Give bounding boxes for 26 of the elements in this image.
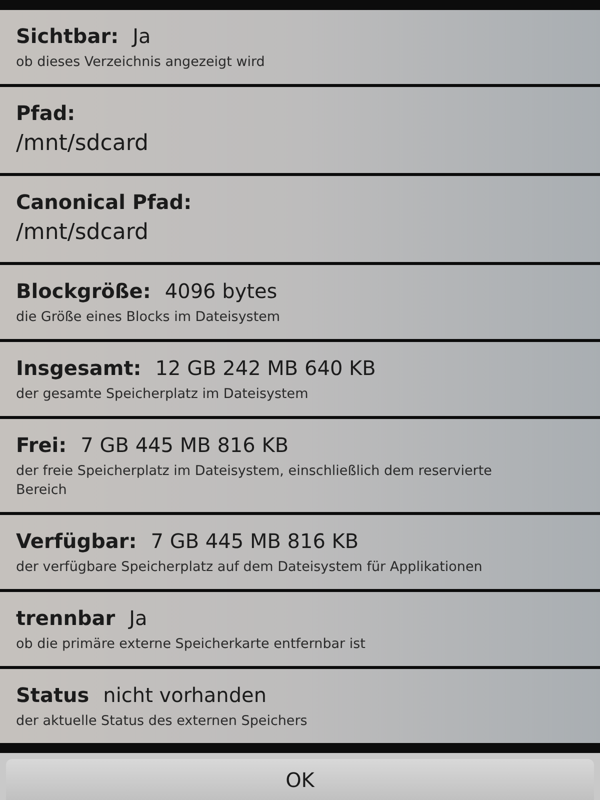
property-label: trennbar bbox=[16, 605, 116, 632]
property-label: Canonical Pfad: bbox=[16, 189, 192, 216]
property-label: Status bbox=[16, 682, 90, 709]
property-value: /mnt/sdcard bbox=[16, 219, 148, 247]
property-value: 7 GB 445 MB 816 KB bbox=[150, 528, 359, 555]
property-value: nicht vorhanden bbox=[103, 682, 267, 709]
property-value: 4096 bytes bbox=[164, 278, 278, 305]
property-value: Ja bbox=[129, 605, 148, 632]
property-value: 7 GB 445 MB 816 KB bbox=[80, 432, 289, 459]
property-label: Blockgröße: bbox=[16, 278, 151, 305]
property-label: Verfügbar: bbox=[16, 528, 137, 555]
property-label: Pfad: bbox=[16, 100, 76, 127]
property-description: der freie Speicherplatz im Dateisystem, einschließlich dem reservierte Bereich bbox=[16, 462, 492, 500]
property-value: 12 GB 242 MB 640 KB bbox=[155, 355, 376, 382]
property-label: Insgesamt: bbox=[16, 355, 142, 382]
property-value: /mnt/sdcard bbox=[16, 130, 148, 158]
property-label: Sichtbar: bbox=[16, 23, 119, 50]
property-description: der verfügbare Speicherplatz auf dem Dateisystem für Applikationen bbox=[16, 558, 482, 577]
property-description: die Größe eines Blocks im Dateisystem bbox=[16, 308, 280, 327]
property-description: der aktuelle Status des externen Speichers bbox=[16, 712, 308, 731]
property-label: Frei: bbox=[16, 432, 67, 459]
ok-button[interactable]: OK bbox=[6, 759, 594, 800]
property-description: ob dieses Verzeichnis angezeigt wird bbox=[16, 53, 265, 72]
property-description: der gesamte Speicherplatz im Dateisystem bbox=[16, 385, 308, 404]
property-value: Ja bbox=[132, 23, 151, 50]
property-description: ob die primäre externe Speicherkarte entfernbar ist bbox=[16, 635, 366, 654]
